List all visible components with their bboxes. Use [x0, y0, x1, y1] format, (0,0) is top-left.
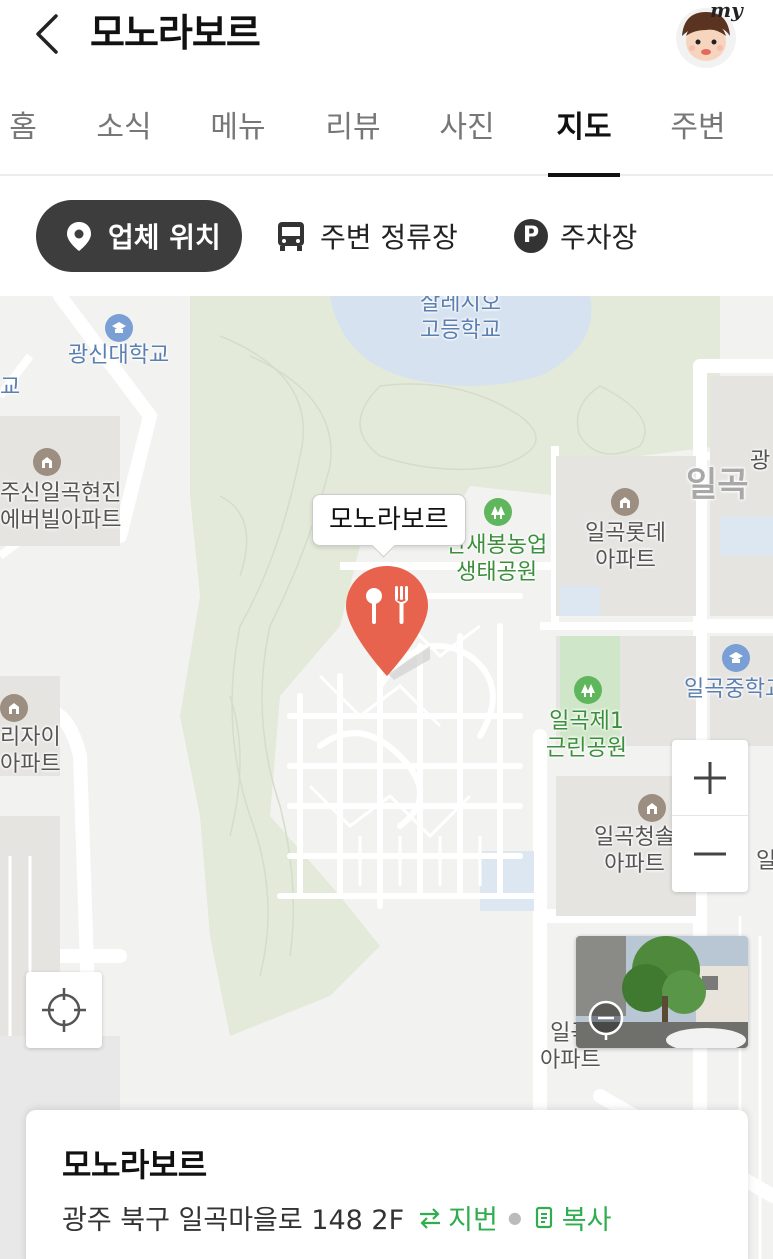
place-name: 모노라보르 [62, 1146, 207, 1184]
plus-icon [694, 762, 726, 794]
nearby-stops-label: 주변 정류장 [320, 221, 458, 254]
school-icon [722, 644, 750, 672]
tab-map[interactable]: 지도 [548, 104, 620, 177]
map-label-edge-3: 일 [756, 849, 773, 874]
minus-icon [694, 852, 726, 856]
parking-chip[interactable]: P 주차장 [514, 200, 637, 272]
current-location-button[interactable] [26, 972, 102, 1048]
place-address-row: 광주 북구 일곡마을로 148 2F 지번 ● 복사 [62, 1198, 611, 1237]
map-label-xi-apartment: 리자이 아파트 [0, 725, 61, 777]
map-label-edge: 교 [0, 375, 21, 400]
restaurant-pin-icon [346, 566, 464, 680]
apartment-icon [33, 448, 61, 476]
park-icon [574, 676, 602, 704]
tab-home[interactable]: 홈 [6, 104, 40, 176]
park-icon [484, 498, 512, 526]
my-badge: my [710, 0, 743, 22]
header: 모노라보르 my [0, 0, 773, 74]
bus-icon [278, 222, 304, 251]
page-title: 모노라보르 [90, 11, 261, 55]
map-label-lotte-apartment: 일곡롯데 아파트 [585, 521, 666, 573]
apartment-icon [0, 694, 28, 722]
copy-icon [535, 1206, 552, 1228]
tab-review[interactable]: 리뷰 [323, 104, 383, 176]
map-label-park: 일곡제1 근린공원 [546, 709, 627, 761]
zoom-in-button[interactable] [672, 740, 748, 816]
my-profile-button[interactable]: my [672, 0, 744, 68]
swap-icon [420, 1207, 441, 1229]
place-address: 광주 북구 일곡마을로 148 2F [62, 1205, 405, 1236]
chevron-left-icon [36, 14, 58, 54]
map-label-apartment: 주신일곡현진 에버빌아파트 [0, 481, 122, 533]
copy-address-button[interactable]: 복사 [532, 1198, 612, 1237]
road-view-image [576, 936, 748, 1048]
nearby-stops-chip[interactable]: 주변 정류장 [274, 200, 458, 272]
zoom-out-button[interactable] [672, 816, 748, 892]
crosshair-icon [42, 988, 86, 1032]
apartment-icon [611, 488, 639, 516]
separator-dot: ● [507, 1208, 522, 1227]
restaurant-marker[interactable] [344, 562, 464, 682]
back-button[interactable] [26, 10, 70, 58]
map-label-district: 일곡 [686, 465, 749, 505]
business-location-chip[interactable]: 업체 위치 [36, 200, 242, 272]
location-filter-chips: 업체 위치 주변 정류장 P 주차장 [0, 196, 773, 278]
lot-number-toggle[interactable]: 지번 [416, 1198, 498, 1237]
zoom-controls [672, 740, 748, 892]
parking-icon: P [514, 219, 548, 253]
map-label-university: 광신대학교 [68, 343, 170, 368]
apartment-icon [638, 794, 666, 822]
place-callout[interactable]: 모노라보르 [312, 494, 466, 546]
tab-bar: 홈 소식 메뉴 리뷰 사진 지도 주변 [0, 82, 773, 177]
tab-nearby[interactable]: 주변 [668, 104, 728, 176]
map-label-school: 살레시오 고등학교 [420, 296, 501, 343]
school-icon [105, 314, 133, 342]
tab-news[interactable]: 소식 [94, 104, 154, 176]
tab-menu[interactable]: 메뉴 [208, 104, 268, 176]
copy-label: 복사 [561, 1205, 612, 1236]
map-label-middle-school: 일곡중학교 [684, 677, 773, 702]
tab-photo[interactable]: 사진 [437, 104, 497, 176]
location-pin-icon [67, 222, 91, 251]
place-info-card: 모노라보르 광주 북구 일곡마을로 148 2F 지번 ● 복사 [26, 1110, 748, 1259]
road-view-thumbnail[interactable] [576, 936, 748, 1048]
map-label-edge-2: 광 [750, 449, 771, 474]
lot-number-label: 지번 [448, 1205, 498, 1236]
business-location-label: 업체 위치 [108, 221, 221, 254]
parking-label: 주차장 [560, 221, 638, 254]
map-label-cheongsol-apartment: 일곡청솔 아파트 [594, 825, 675, 877]
